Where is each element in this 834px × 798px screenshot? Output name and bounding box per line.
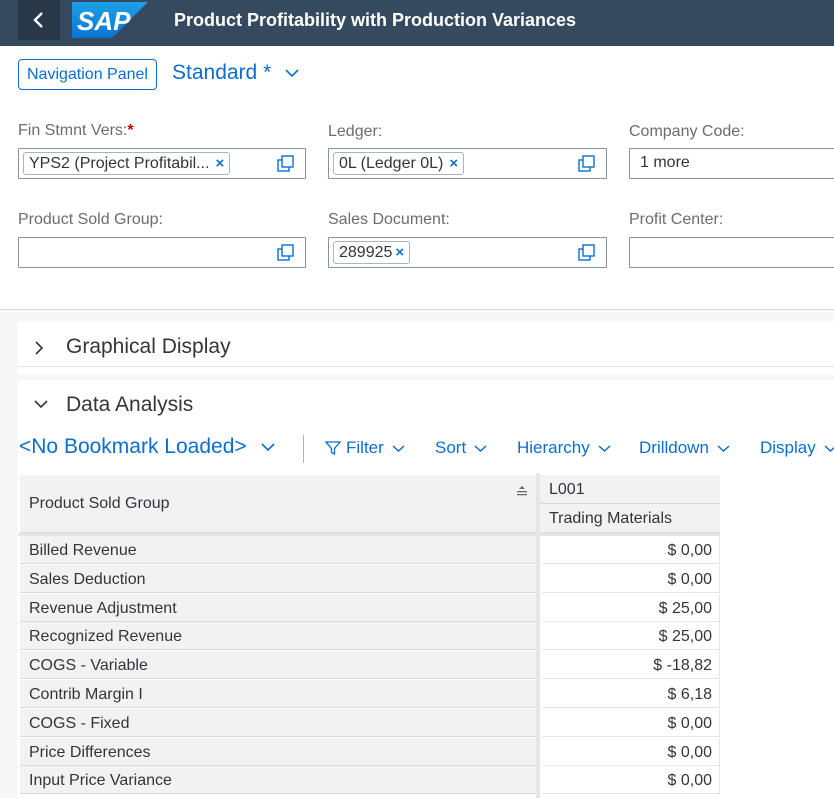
cell-value[interactable]: $ 25,00 — [542, 593, 720, 622]
cell-value[interactable]: $ 0,00 — [542, 536, 720, 564]
sap-logo: SAP — [72, 2, 148, 38]
value-help-icon[interactable] — [277, 244, 295, 262]
analysis-toolbar: <No Bookmark Loaded> Filter Sort Hierarc… — [18, 425, 834, 473]
value-help-icon[interactable] — [578, 244, 596, 262]
company-code-label: Company Code: — [629, 123, 745, 140]
graphical-display-title: Graphical Display — [66, 335, 231, 358]
sort-menu-button[interactable]: Sort — [435, 438, 487, 458]
display-menu-button[interactable]: Display — [760, 438, 834, 458]
shell-bar: SAP Product Profitability with Productio… — [0, 0, 834, 46]
chevron-down-icon — [392, 444, 405, 452]
chevron-left-icon — [33, 12, 43, 28]
ledger-token: 0L (Ledger 0L) × — [333, 152, 465, 175]
hierarchy-menu-button[interactable]: Hierarchy — [517, 438, 611, 458]
token-remove-icon[interactable]: × — [216, 156, 225, 171]
table-row: Recognized Revenue $ 25,00 — [20, 622, 720, 651]
row-label[interactable]: COGS - Variable — [20, 651, 536, 680]
data-analysis-title: Data Analysis — [66, 393, 194, 416]
fin-stmnt-vers-field[interactable]: YPS2 (Project Profitabil... × — [18, 148, 306, 179]
cell-value[interactable]: $ 0,00 — [542, 766, 720, 795]
fin-stmnt-vers-label-text: Fin Stmnt Vers: — [18, 122, 128, 139]
sales-document-label: Sales Document: — [328, 211, 450, 228]
table-row: Sales Deduction $ 0,00 — [20, 564, 720, 594]
cell-value[interactable]: $ 0,00 — [542, 564, 720, 593]
cell-value[interactable]: $ 25,00 — [542, 622, 720, 651]
row-label[interactable]: Input Price Variance — [20, 766, 536, 795]
drilldown-label: Drilldown — [639, 438, 709, 457]
row-dimension-header[interactable]: Product Sold Group — [20, 475, 536, 533]
row-label[interactable]: Sales Deduction — [20, 564, 536, 593]
chevron-down-icon — [34, 400, 48, 409]
value-help-icon[interactable] — [277, 155, 295, 173]
filter-icon — [325, 441, 341, 456]
filter-menu-button[interactable]: Filter — [325, 438, 405, 458]
cell-value[interactable]: $ 6,18 — [542, 680, 720, 708]
display-label: Display — [760, 438, 816, 457]
token-text: 289925 — [339, 244, 393, 261]
row-dimension-title: Product Sold Group — [29, 495, 170, 512]
ledger-field[interactable]: 0L (Ledger 0L) × — [328, 148, 607, 179]
app-title: Product Profitability with Production Va… — [174, 10, 577, 30]
table-row: Revenue Adjustment $ 25,00 — [20, 593, 720, 623]
table-row: Input Price Variance $ 0,00 — [20, 766, 720, 795]
hierarchy-sort-icon[interactable] — [516, 485, 528, 497]
row-label[interactable]: Billed Revenue — [20, 536, 536, 564]
table-row: Contrib Margin I $ 6,18 — [20, 680, 720, 709]
svg-text:SAP: SAP — [77, 6, 131, 36]
company-code-field[interactable]: 1 more — [629, 148, 834, 179]
token-remove-icon[interactable]: × — [449, 156, 458, 171]
cell-value[interactable]: $ 0,00 — [542, 737, 720, 766]
ledger-label: Ledger: — [328, 123, 383, 140]
chevron-down-icon — [717, 444, 730, 452]
hierarchy-label: Hierarchy — [517, 438, 590, 457]
product-sold-group-field[interactable] — [18, 237, 306, 268]
table-row: COGS - Fixed $ 0,00 — [20, 708, 720, 738]
analysis-grid: Product Sold Group L001 Trading Material… — [18, 473, 834, 798]
column-header-code[interactable]: L001 — [540, 475, 720, 504]
navigation-panel-button[interactable]: Navigation Panel — [18, 59, 157, 90]
chevron-right-icon — [35, 341, 44, 355]
token-text: 0L (Ledger 0L) — [339, 155, 444, 172]
chevron-down-icon — [598, 444, 611, 452]
row-label[interactable]: Revenue Adjustment — [20, 593, 536, 622]
profit-center-label: Profit Center: — [629, 211, 724, 228]
product-sold-group-label: Product Sold Group: — [18, 211, 163, 228]
token-remove-icon[interactable]: × — [395, 245, 404, 260]
variant-selector[interactable]: Standard * — [172, 61, 299, 85]
sort-label: Sort — [435, 438, 467, 457]
row-label[interactable]: Recognized Revenue — [20, 622, 536, 651]
row-label[interactable]: COGS - Fixed — [20, 708, 536, 737]
filter-label: Filter — [346, 438, 384, 457]
row-label[interactable]: Contrib Margin I — [20, 680, 536, 708]
bookmark-label: <No Bookmark Loaded> — [19, 435, 247, 458]
profit-center-field[interactable] — [629, 237, 834, 268]
token-text: YPS2 (Project Profitabil... — [29, 155, 210, 172]
table-row: Billed Revenue $ 0,00 — [20, 536, 720, 565]
row-label[interactable]: Price Differences — [20, 737, 536, 766]
sales-document-field[interactable]: 289925 × — [328, 237, 607, 268]
table-row: COGS - Variable $ -18,82 — [20, 651, 720, 680]
drilldown-menu-button[interactable]: Drilldown — [639, 438, 730, 458]
company-code-value: 1 more — [640, 154, 690, 171]
fin-stmnt-vers-token: YPS2 (Project Profitabil... × — [23, 152, 231, 175]
required-marker: * — [127, 122, 134, 139]
cell-value[interactable]: $ 0,00 — [542, 708, 720, 737]
chevron-down-icon — [824, 444, 834, 452]
variant-name: Standard * — [172, 61, 272, 84]
chevron-down-icon — [285, 69, 299, 78]
table-row: Price Differences $ 0,00 — [20, 737, 720, 767]
chevron-down-icon — [474, 444, 487, 452]
panel-separator — [18, 366, 834, 367]
toolbar-separator — [303, 435, 304, 463]
fin-stmnt-vers-label: Fin Stmnt Vers:* — [18, 122, 134, 140]
sales-document-token: 289925 × — [333, 241, 411, 264]
cell-value[interactable]: $ -18,82 — [542, 651, 720, 680]
value-help-icon[interactable] — [578, 155, 596, 173]
column-header-name[interactable]: Trading Materials — [540, 504, 720, 533]
chevron-down-icon — [261, 443, 275, 452]
bookmark-selector[interactable]: <No Bookmark Loaded> — [19, 435, 275, 459]
back-button[interactable] — [18, 0, 60, 40]
